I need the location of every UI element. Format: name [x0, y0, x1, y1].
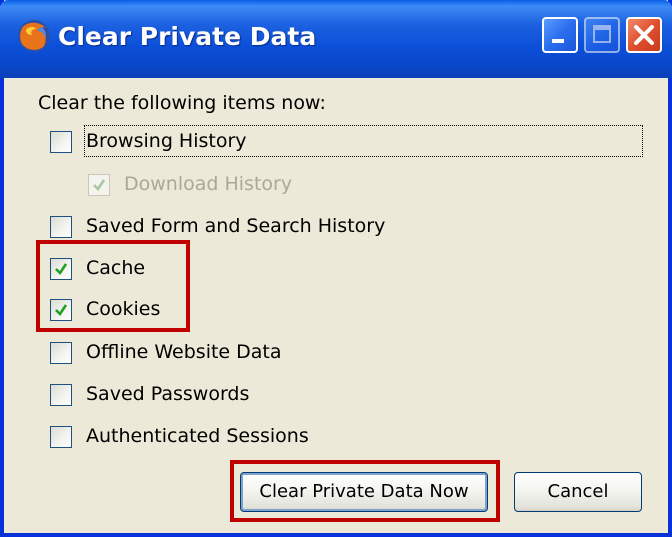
authenticated-sessions-checkbox[interactable] — [50, 426, 72, 448]
saved-passwords-label[interactable]: Saved Passwords — [86, 383, 249, 405]
window-title: Clear Private Data — [58, 22, 317, 51]
title-bar[interactable]: Clear Private Data — [0, 0, 672, 78]
cache-label[interactable]: Cache — [86, 257, 145, 279]
saved-form-history-label[interactable]: Saved Form and Search History — [86, 215, 385, 237]
minimize-button[interactable] — [542, 17, 578, 53]
maximize-icon — [593, 25, 611, 43]
checkmark-icon — [93, 179, 106, 192]
close-icon — [634, 25, 654, 45]
browsing-history-checkbox[interactable] — [50, 131, 72, 153]
cookies-label[interactable]: Cookies — [86, 298, 160, 320]
checkmark-icon — [55, 263, 68, 276]
saved-form-history-checkbox[interactable] — [50, 216, 72, 238]
cancel-button[interactable]: Cancel — [514, 472, 642, 512]
checkmark-icon — [55, 304, 68, 317]
clear-private-data-now-button[interactable]: Clear Private Data Now — [240, 472, 488, 512]
saved-passwords-checkbox[interactable] — [50, 384, 72, 406]
browsing-history-label[interactable]: Browsing History — [86, 130, 247, 152]
download-history-label: Download History — [124, 173, 293, 195]
cookies-checkbox[interactable] — [50, 299, 72, 321]
download-history-checkbox — [88, 174, 110, 196]
minimize-icon — [552, 39, 564, 43]
close-button[interactable] — [626, 17, 662, 53]
instruction-text: Clear the following items now: — [38, 92, 326, 114]
authenticated-sessions-label[interactable]: Authenticated Sessions — [86, 425, 309, 447]
cache-checkbox[interactable] — [50, 258, 72, 280]
maximize-button[interactable] — [584, 17, 620, 53]
clear-private-data-dialog: Clear Private Data Clear the following i… — [0, 0, 672, 537]
offline-website-data-label[interactable]: Offline Website Data — [86, 341, 282, 363]
offline-website-data-checkbox[interactable] — [50, 342, 72, 364]
firefox-icon — [18, 20, 50, 52]
